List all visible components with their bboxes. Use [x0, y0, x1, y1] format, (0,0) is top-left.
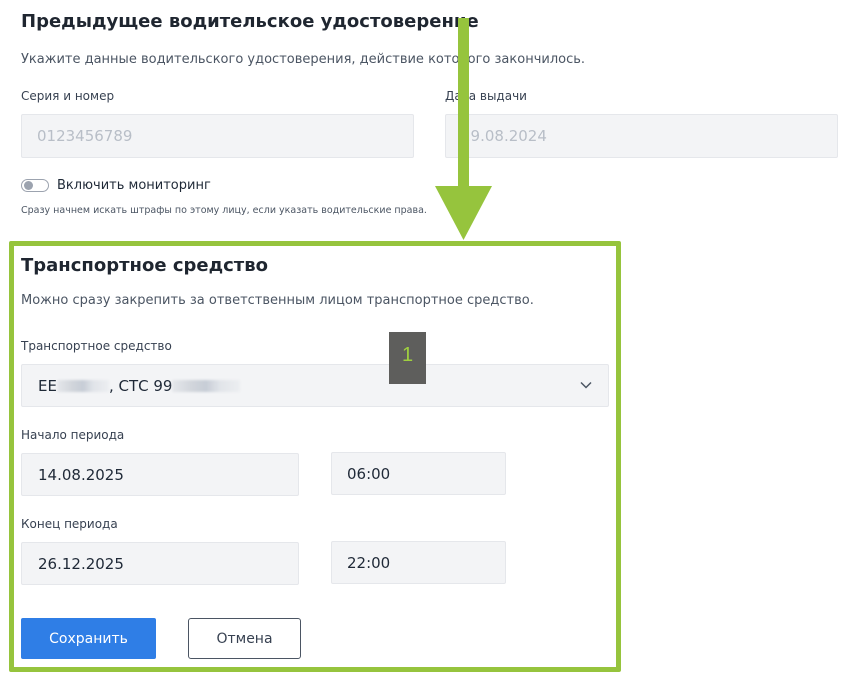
toggle-knob — [24, 181, 33, 190]
previous-license-title: Предыдущее водительское удостоверение — [21, 11, 479, 32]
step-badge: 1 — [389, 332, 426, 384]
series-number-input[interactable]: 0123456789 — [21, 114, 414, 158]
series-number-label: Серия и номер — [21, 89, 115, 103]
annotation-arrow-icon — [435, 18, 492, 240]
annotation-highlight-box — [9, 241, 621, 672]
previous-license-description: Укажите данные водительского удостоверен… — [21, 52, 586, 67]
page: Предыдущее водительское удостоверение Ук… — [0, 0, 853, 679]
monitoring-note: Сразу начнем искать штрафы по этому лицу… — [21, 205, 427, 216]
issue-date-input[interactable]: 29.08.2024 — [445, 114, 838, 158]
monitoring-toggle[interactable] — [21, 179, 49, 192]
monitoring-label: Включить мониторинг — [57, 178, 211, 193]
